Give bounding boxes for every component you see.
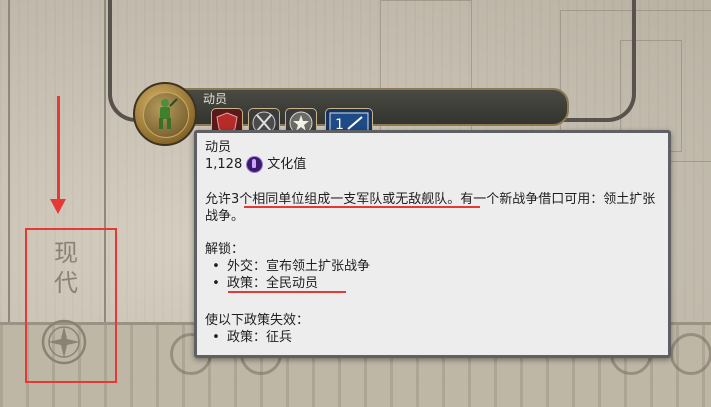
- unlock-text: 外交：宣布领土扩张战争: [227, 259, 371, 274]
- culture-icon: [246, 156, 264, 173]
- obsolete-list: • 政策：征兵: [211, 329, 292, 346]
- list-item: • 政策：全民动员: [211, 275, 370, 292]
- unlock-text: 政策：全民动员: [227, 276, 319, 291]
- tooltip-cost: 1,128 文化值: [205, 156, 306, 173]
- unlocks-heading: 解锁：: [205, 242, 245, 257]
- list-item: • 外交：宣布领土扩张战争: [211, 258, 370, 275]
- annotation-underline: [244, 206, 480, 208]
- compass-icon: [41, 319, 87, 365]
- soldier-icon: [159, 98, 178, 129]
- bullet: •: [212, 330, 220, 345]
- tech-tree-canvas: 现代 动员 1 动员 1,128 文化值 允许3个相同单位组成一支军队或无敌舰队…: [0, 0, 711, 407]
- list-item: • 政策：征兵: [211, 329, 292, 346]
- annotation-arrow-head: [50, 199, 66, 214]
- bullet: •: [212, 259, 220, 274]
- annotation-underline: [228, 291, 346, 293]
- civic-tooltip: 动员 1,128 文化值 允许3个相同单位组成一支军队或无敌舰队。有一个新战争借…: [194, 130, 671, 358]
- annotation-arrow: [57, 96, 60, 204]
- era-label: 现代: [54, 239, 78, 297]
- civic-medal[interactable]: [133, 82, 197, 146]
- tooltip-title: 动员: [205, 140, 232, 155]
- era-divider-line: [8, 0, 10, 322]
- tooltip-description: 允许3个相同单位组成一支军队或无敌舰队。有一个新战争借口可用：领土扩张战争。: [205, 192, 656, 224]
- obsolete-text: 政策：征兵: [227, 330, 293, 345]
- civic-name: 动员: [203, 92, 228, 106]
- unlocks-list: • 外交：宣布领土扩张战争 • 政策：全民动员: [211, 258, 370, 292]
- obsolete-heading: 使以下政策失效：: [205, 313, 310, 328]
- cost-value: 1,128: [205, 157, 243, 172]
- cost-unit: 文化值: [267, 157, 307, 172]
- bullet: •: [212, 276, 220, 291]
